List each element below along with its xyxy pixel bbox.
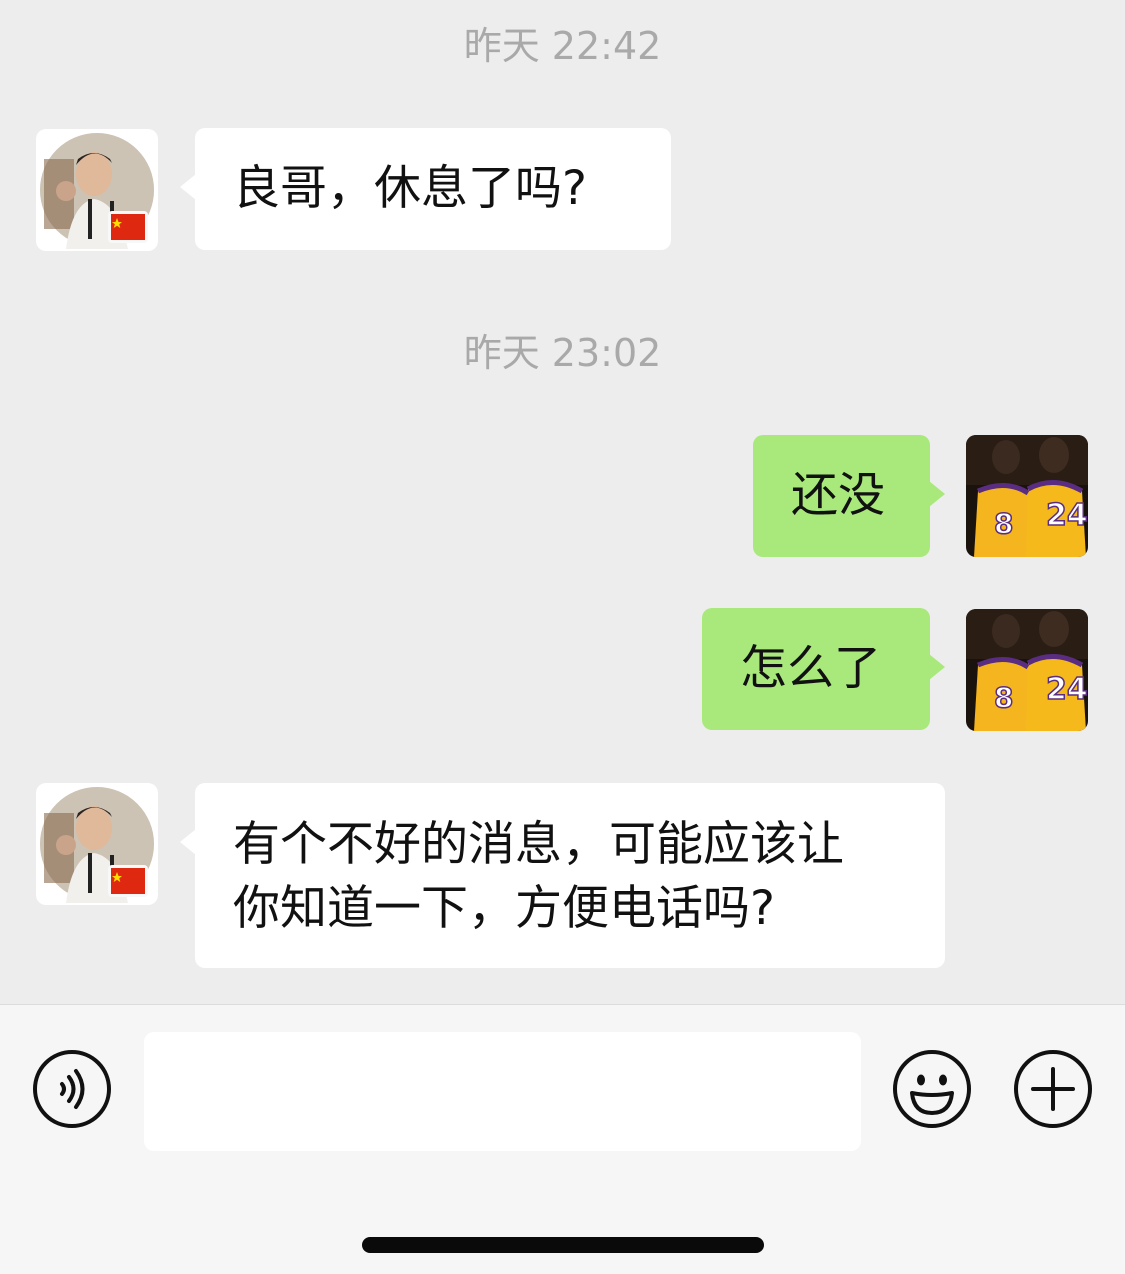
input-bar (0, 1004, 1125, 1274)
svg-text:8: 8 (994, 681, 1013, 714)
timestamp: 昨天 22:42 (463, 24, 662, 68)
bubble-tail (929, 481, 945, 507)
svg-text:24: 24 (1046, 498, 1088, 533)
contact-avatar[interactable] (36, 783, 158, 905)
chat-area[interactable]: 昨天 22:42 良哥，休息了吗? 昨天 23:02 还没 8 24 怎么了 8… (0, 0, 1125, 1004)
bubble-tail (180, 829, 196, 855)
bubble-tail (929, 654, 945, 680)
message-bubble-incoming[interactable]: 有个不好的消息，可能应该让 你知道一下，方便电话吗? (180, 783, 945, 968)
emoji-icon[interactable] (892, 1049, 972, 1129)
bubble-tail (180, 174, 196, 200)
message-text: 还没 (791, 468, 885, 523)
home-indicator[interactable] (362, 1237, 764, 1253)
message-text: 良哥，休息了吗? (233, 161, 587, 216)
message-bubble-outgoing[interactable]: 还没 (753, 435, 945, 557)
plus-icon[interactable] (1013, 1049, 1093, 1129)
message-text: 怎么了 (740, 641, 881, 696)
voice-icon[interactable] (32, 1049, 112, 1129)
message-text: 有个不好的消息，可能应该让 你知道一下，方便电话吗? (233, 817, 844, 936)
message-bubble-outgoing[interactable]: 怎么了 (702, 608, 945, 730)
svg-text:24: 24 (1046, 672, 1088, 707)
contact-avatar[interactable] (36, 129, 158, 251)
message-bubble-incoming[interactable]: 良哥，休息了吗? (180, 128, 671, 250)
message-input[interactable] (144, 1032, 861, 1151)
my-avatar[interactable]: 8 24 (966, 435, 1088, 557)
my-avatar[interactable]: 8 24 (966, 609, 1088, 731)
timestamp: 昨天 23:02 (463, 331, 662, 375)
svg-text:8: 8 (994, 507, 1013, 540)
